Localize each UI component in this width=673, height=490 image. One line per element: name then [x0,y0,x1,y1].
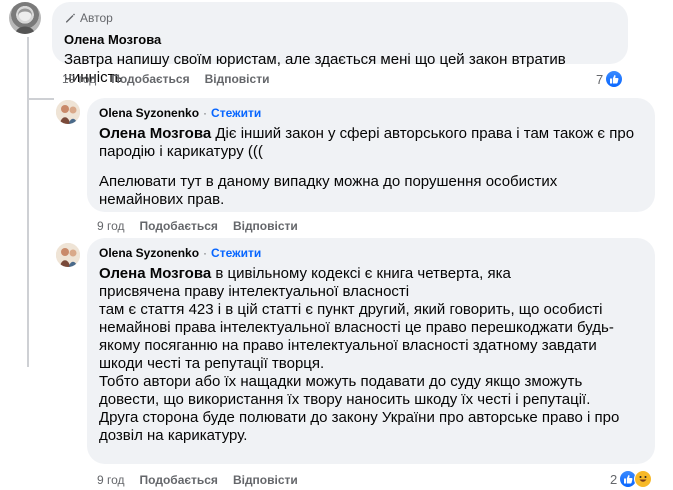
comment-bubble: Автор Олена Мозгова Завтра напишу своїм … [52,2,628,86]
pen-icon [64,12,76,24]
like-icon [605,70,624,88]
like-button[interactable]: Подобається [140,219,218,233]
thread-branch [27,98,54,100]
reply-actions: 9 год Подобається Відповісти [97,219,298,233]
reaction-count: 7 [596,71,604,87]
separator-dot: · [203,246,208,260]
reply-button[interactable]: Відповісти [233,473,298,487]
avatar[interactable] [9,2,41,34]
reply-actions: 9 год Подобається Відповісти [97,473,298,487]
comment-actions: 19 год Подобається Відповісти [62,72,269,86]
reply-text-paragraph: Апелювати тут в даному випадку можна до … [99,173,558,208]
mention-link[interactable]: Олена Мозгова [99,125,211,142]
reply-text-paragraph: Тобто автори або їх нащадки можуть подав… [99,373,591,408]
reply-timestamp[interactable]: 9 год [97,473,125,487]
avatar[interactable] [56,243,80,267]
avatar-image [56,100,80,124]
reaction-summary[interactable]: 2 [610,470,653,488]
reply-timestamp[interactable]: 9 год [97,219,125,233]
haha-icon [634,470,653,488]
reply-text-paragraph: там є стаття 423 і в цій статті є пункт … [99,301,614,372]
reply-button[interactable]: Відповісти [233,219,298,233]
reply-author[interactable]: Olena Syzonenko [99,246,199,260]
reaction-summary[interactable]: 7 [596,70,624,88]
reply-text: Олена Мозгова Діє інший закон у сфері ав… [99,125,643,161]
comment-author[interactable]: Олена Мозгова [64,32,161,47]
reply-bubble: Olena Syzonenko · Стежити Олена Мозгова Ді… [87,98,655,212]
author-badge: Автор [64,11,616,25]
author-line: Олена Мозгова [64,31,616,49]
separator-dot: · [203,106,208,120]
like-button[interactable]: Подобається [140,473,218,487]
avatar[interactable] [56,100,80,124]
follow-button[interactable]: Стежити [211,106,261,120]
reply-text-paragraph: Друга сторона буде полювати до закону Ук… [99,409,620,444]
like-button[interactable]: Подобається [111,72,189,86]
reply-bubble: Olena Syzonenko · Стежити Олена Мозгова в … [87,238,655,464]
reaction-count: 2 [610,471,618,487]
reply-header: Olena Syzonenko · Стежити [99,246,643,260]
avatar-image [15,8,35,34]
thread-line [27,37,29,367]
follow-button[interactable]: Стежити [211,246,261,260]
reply-text: Олена Мозгова в цивільному кодексі є кни… [99,265,539,301]
reply-header: Olena Syzonenko · Стежити [99,106,643,120]
comment-timestamp[interactable]: 19 год [62,72,96,86]
reply-author[interactable]: Olena Syzonenko [99,106,199,120]
mention-link[interactable]: Олена Мозгова [99,265,211,282]
avatar-image [56,243,80,267]
author-badge-label: Автор [80,11,113,25]
reply-button[interactable]: Відповісти [205,72,270,86]
